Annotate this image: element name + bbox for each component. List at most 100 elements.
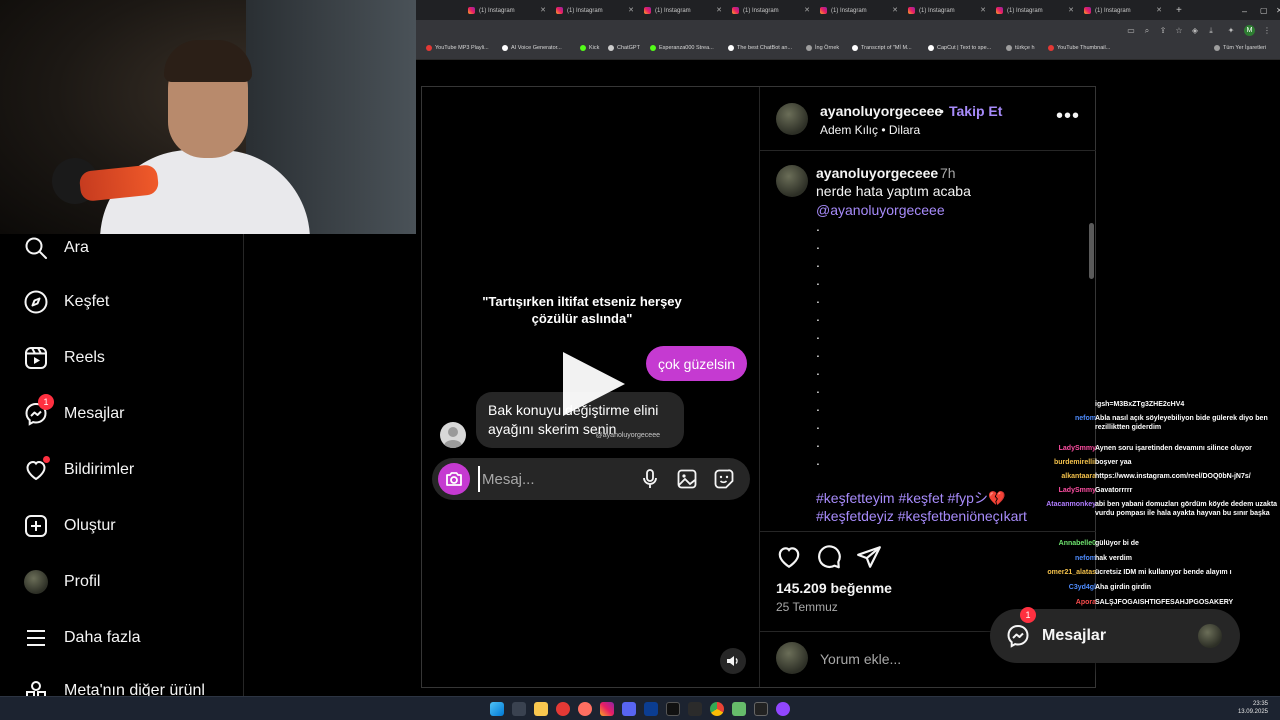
bookmark[interactable]: AI Voice Generator... xyxy=(502,45,562,51)
caption-dot: . xyxy=(816,434,820,450)
browser-tab[interactable]: (1) Instagram ✕ xyxy=(728,3,816,18)
discord-icon[interactable] xyxy=(622,702,636,716)
search-icon xyxy=(22,234,50,262)
bookmark[interactable]: Transcript of "Mİ M... xyxy=(852,45,912,51)
nav-item-more[interactable]: Daha fazla xyxy=(22,624,141,652)
browser-tab[interactable]: (1) Instagram ✕ xyxy=(904,3,992,18)
more-options-icon[interactable]: ••• xyxy=(1056,106,1080,131)
capcut-icon xyxy=(928,45,934,51)
avatar[interactable] xyxy=(776,103,808,135)
chat-username: Apora xyxy=(1075,599,1096,606)
close-icon[interactable]: ✕ xyxy=(1156,6,1162,14)
nav-item-meta-apps[interactable]: Meta'nın diğer ürünl xyxy=(22,680,205,696)
bookmark-label: ChatGPT xyxy=(617,45,640,51)
camera-icon[interactable] xyxy=(438,463,470,495)
avatar[interactable] xyxy=(776,165,808,197)
puzzle-icon[interactable]: ✦ xyxy=(1226,26,1236,36)
play-icon[interactable] xyxy=(563,352,625,416)
caption-mention[interactable]: @ayanoluyorgeceee xyxy=(816,202,945,218)
zoom-icon[interactable]: ⌕ xyxy=(1142,26,1152,36)
browser-tab[interactable]: (1) Instagram ✕ xyxy=(992,3,1080,18)
address-bar[interactable]: ▭ ⌕ ⇪ ☆ ◈ ⤓ ✦ M ⋮ xyxy=(416,20,1280,42)
browser-tab[interactable]: (1) Instagram ✕ xyxy=(816,3,904,18)
scrollbar[interactable] xyxy=(1089,223,1094,279)
chrome-icon[interactable] xyxy=(710,702,724,716)
like-heart-icon[interactable] xyxy=(776,544,802,570)
bookmark[interactable]: CapCut | Text to spe... xyxy=(928,45,991,51)
maximize-button[interactable]: ▢ xyxy=(1256,3,1268,18)
nav-item-search[interactable]: Ara xyxy=(22,234,89,262)
instagram-icon[interactable] xyxy=(600,702,614,716)
messages-button[interactable]: 1 Mesajlar xyxy=(990,607,1240,663)
share-icon[interactable] xyxy=(856,544,882,570)
chat-username: Annabelle0 xyxy=(1058,540,1096,547)
nav-item-profile[interactable]: Profil xyxy=(22,568,100,596)
reel-video[interactable]: "Tartışırken iltifat etseniz herşey çözü… xyxy=(422,87,760,687)
nav-item-reels[interactable]: Reels xyxy=(22,344,105,372)
browser-tab[interactable]: (1) Instagram ✕ xyxy=(1080,3,1168,18)
chat-text: abi ben yabani domuzları gördüm köyde de… xyxy=(1095,501,1278,517)
like-count[interactable]: 145.209 beğenme xyxy=(776,580,892,596)
bookmark[interactable]: YouTube Thumbnail... xyxy=(1048,45,1110,51)
close-icon[interactable]: ✕ xyxy=(1068,6,1074,14)
message-input[interactable] xyxy=(478,466,618,492)
sticker-icon[interactable] xyxy=(713,468,735,490)
browser-tab[interactable]: (1) Instagram ✕ xyxy=(552,3,640,18)
microphone-icon[interactable] xyxy=(639,468,661,490)
star-icon[interactable]: ☆ xyxy=(1174,26,1184,36)
bookmark[interactable]: Esperanza000 Strea... xyxy=(650,45,714,51)
bookmark[interactable]: The best ChatBot an... xyxy=(728,45,792,51)
bookmark[interactable]: YouTube MP3 Playli... xyxy=(426,45,489,51)
browser-tab[interactable]: (1) Instagram ✕ xyxy=(640,3,728,18)
nav-item-notifications[interactable]: Bildirimler xyxy=(22,456,134,484)
file-explorer-icon[interactable] xyxy=(534,702,548,716)
caption-dot: . xyxy=(816,380,820,396)
profile-icon[interactable]: M xyxy=(1244,25,1255,36)
app-icon[interactable] xyxy=(776,702,790,716)
windows-start-icon[interactable] xyxy=(490,702,504,716)
close-icon[interactable]: ✕ xyxy=(540,6,546,14)
close-icon[interactable]: ✕ xyxy=(980,6,986,14)
nav-item-messages[interactable]: 1 Mesajlar xyxy=(22,394,124,428)
tiktok-icon[interactable] xyxy=(666,702,680,716)
bookmark[interactable]: ChatGPT xyxy=(608,45,640,51)
bookmark-label: The best ChatBot an... xyxy=(737,45,793,51)
bookmark[interactable]: İng Örnek xyxy=(806,45,839,51)
window-close-button[interactable]: ✕ xyxy=(1272,3,1280,18)
browser-tab[interactable]: (1) Instagram ✕ xyxy=(464,3,552,18)
extension-icon[interactable]: ◈ xyxy=(1190,26,1200,36)
close-icon[interactable]: ✕ xyxy=(804,6,810,14)
new-tab-button[interactable]: + xyxy=(1172,3,1186,18)
close-icon[interactable]: ✕ xyxy=(892,6,898,14)
compass-icon xyxy=(22,288,50,316)
close-icon[interactable]: ✕ xyxy=(716,6,722,14)
app-icon[interactable] xyxy=(732,702,746,716)
all-bookmarks[interactable]: Tüm Yer İşaretleri xyxy=(1214,45,1266,51)
share-icon[interactable]: ⇪ xyxy=(1158,26,1168,36)
nav-item-explore[interactable]: Keşfet xyxy=(22,288,109,316)
audio-label[interactable]: Adem Kılıç • Dilara xyxy=(820,123,920,137)
volume-icon[interactable] xyxy=(720,648,746,674)
image-icon[interactable] xyxy=(676,468,698,490)
close-icon[interactable]: ✕ xyxy=(628,6,634,14)
opera-icon[interactable] xyxy=(578,702,592,716)
download-icon[interactable]: ⤓ xyxy=(1206,26,1216,36)
bookmark[interactable]: Kick xyxy=(580,45,599,51)
system-clock[interactable]: 23:35 13.09.2025 xyxy=(1238,700,1268,716)
capcut-icon[interactable] xyxy=(754,702,768,716)
bookmark[interactable]: türkçe h xyxy=(1006,45,1035,51)
minimize-button[interactable]: – xyxy=(1238,3,1248,18)
task-view-icon[interactable] xyxy=(512,702,526,716)
bookmark-label: İng Örnek xyxy=(815,45,840,51)
nav-item-create[interactable]: Oluştur xyxy=(22,512,116,540)
more-icon[interactable]: ⋮ xyxy=(1262,26,1272,36)
follow-button[interactable]: Takip Et xyxy=(949,103,1002,119)
caption-username[interactable]: ayanoluyorgeceee xyxy=(816,165,938,181)
cast-icon[interactable]: ▭ xyxy=(1126,26,1136,36)
author-username[interactable]: ayanoluyorgeceee xyxy=(820,103,942,119)
app-icon[interactable] xyxy=(556,702,570,716)
photoshop-icon[interactable] xyxy=(644,702,658,716)
kick-icon xyxy=(580,45,586,51)
comment-icon[interactable] xyxy=(816,544,842,570)
app-icon[interactable] xyxy=(688,702,702,716)
